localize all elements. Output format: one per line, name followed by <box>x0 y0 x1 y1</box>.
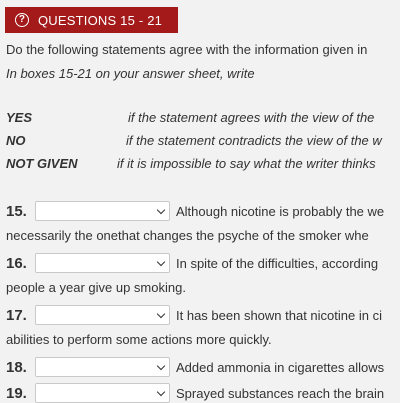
question-text-19: Sprayed substances reach the brain <box>176 386 385 401</box>
instruction-line-2: In boxes 15-21 on your answer sheet, wri… <box>6 66 255 81</box>
question-text-16: In spite of the difficulties, according <box>176 256 379 271</box>
answer-select-19[interactable] <box>35 383 170 403</box>
question-number-15: 15. <box>6 203 27 220</box>
legend-definition-yes: if the statement agrees with the view of… <box>128 110 375 125</box>
chevron-down-icon <box>156 205 166 215</box>
question-text-18: Added ammonia in cigarettes allows <box>176 360 385 375</box>
question-text-16-continued: people a year give up smoking. <box>6 280 186 295</box>
answer-select-18[interactable] <box>35 357 170 377</box>
legend-term-yes: YES <box>6 110 33 125</box>
answer-select-17[interactable] <box>35 305 170 325</box>
answer-select-15[interactable] <box>35 201 170 221</box>
question-text-17-continued: abilities to perform some actions more q… <box>6 332 272 347</box>
legend-definition-not-given: if it is impossible to say what the writ… <box>117 156 376 171</box>
instruction-line-1: Do the following statements agree with t… <box>6 42 368 57</box>
legend-definition-no: if the statement contradicts the view of… <box>126 133 382 148</box>
answer-select-16[interactable] <box>35 253 170 273</box>
question-number-18: 18. <box>6 359 27 376</box>
question-number-19: 19. <box>6 385 27 402</box>
chevron-down-icon <box>156 387 166 397</box>
question-text-15: Although nicotine is probably the we <box>176 204 385 219</box>
question-text-17: It has been shown that nicotine in ci <box>176 308 382 323</box>
questions-title: QUESTIONS 15 - 21 <box>38 12 163 28</box>
chevron-down-icon <box>156 309 166 319</box>
chevron-down-icon <box>156 361 166 371</box>
question-circle-icon: ? <box>15 13 29 27</box>
chevron-down-icon <box>156 257 166 267</box>
questions-header: ? QUESTIONS 15 - 21 <box>5 7 178 33</box>
question-text-15-continued: necessarily the onethat changes the psyc… <box>6 228 369 243</box>
question-number-17: 17. <box>6 307 27 324</box>
question-number-16: 16. <box>6 255 27 272</box>
legend-term-not-given: NOT GIVEN <box>6 156 78 171</box>
legend-term-no: NO <box>6 133 26 148</box>
